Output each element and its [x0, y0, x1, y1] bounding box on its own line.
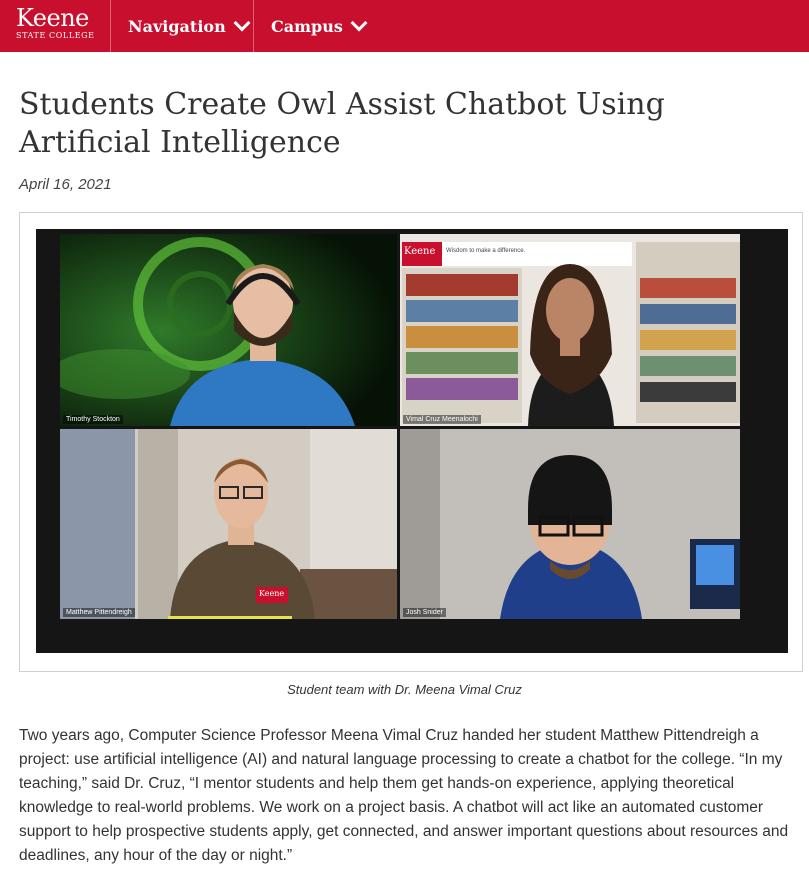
navigation-menu-button[interactable]: Navigation	[128, 0, 251, 52]
article-paragraph: Two years ago, Computer Science Professo…	[19, 727, 789, 864]
participant-name-label: Timothy Stockton	[63, 415, 123, 424]
participant-video	[400, 429, 740, 619]
video-call-screenshot: Timothy Stockton Keene Wisdom to make a	[36, 229, 788, 653]
video-tile-matthew: Keene Matthew Pittendreigh	[60, 429, 397, 619]
participant-video	[400, 234, 740, 426]
article-title: Students Create Owl Assist Chatbot Using…	[19, 87, 665, 160]
article-date: April 16, 2021	[19, 176, 112, 193]
nav-divider	[110, 0, 111, 52]
banner-tagline: Wisdom to make a difference.	[446, 248, 526, 254]
logo-wordmark: Keene	[16, 4, 89, 32]
logo-subtext: STATE COLLEGE	[16, 31, 95, 40]
image-caption: Student team with Dr. Meena Vimal Cruz	[287, 682, 522, 697]
keene-logo[interactable]: Keene STATE COLLEGE	[16, 6, 95, 40]
chevron-down-icon	[350, 14, 368, 32]
chevron-down-icon	[233, 14, 251, 32]
navigation-menu-label: Navigation	[128, 16, 226, 36]
shirt-logo: Keene	[259, 589, 285, 598]
banner-logo: Keene	[404, 246, 436, 257]
participant-name-label: Vimal Cruz Meenalochi	[403, 415, 481, 424]
video-tile-timothy: Timothy Stockton	[60, 234, 397, 426]
campus-menu-button[interactable]: Campus	[271, 0, 368, 52]
participant-video	[60, 234, 397, 426]
top-navigation-bar: Keene STATE COLLEGE Navigation Campus	[0, 0, 809, 52]
campus-menu-label: Campus	[271, 16, 343, 36]
nav-divider	[253, 0, 254, 52]
participant-name-label: Matthew Pittendreigh	[63, 608, 135, 617]
video-tile-vimal-cruz: Keene Wisdom to make a difference. Vimal…	[400, 234, 740, 426]
video-tile-josh: Josh Snider	[400, 429, 740, 619]
participant-video	[60, 429, 397, 619]
participant-name-label: Josh Snider	[403, 608, 446, 617]
active-speaker-bar	[168, 616, 292, 619]
